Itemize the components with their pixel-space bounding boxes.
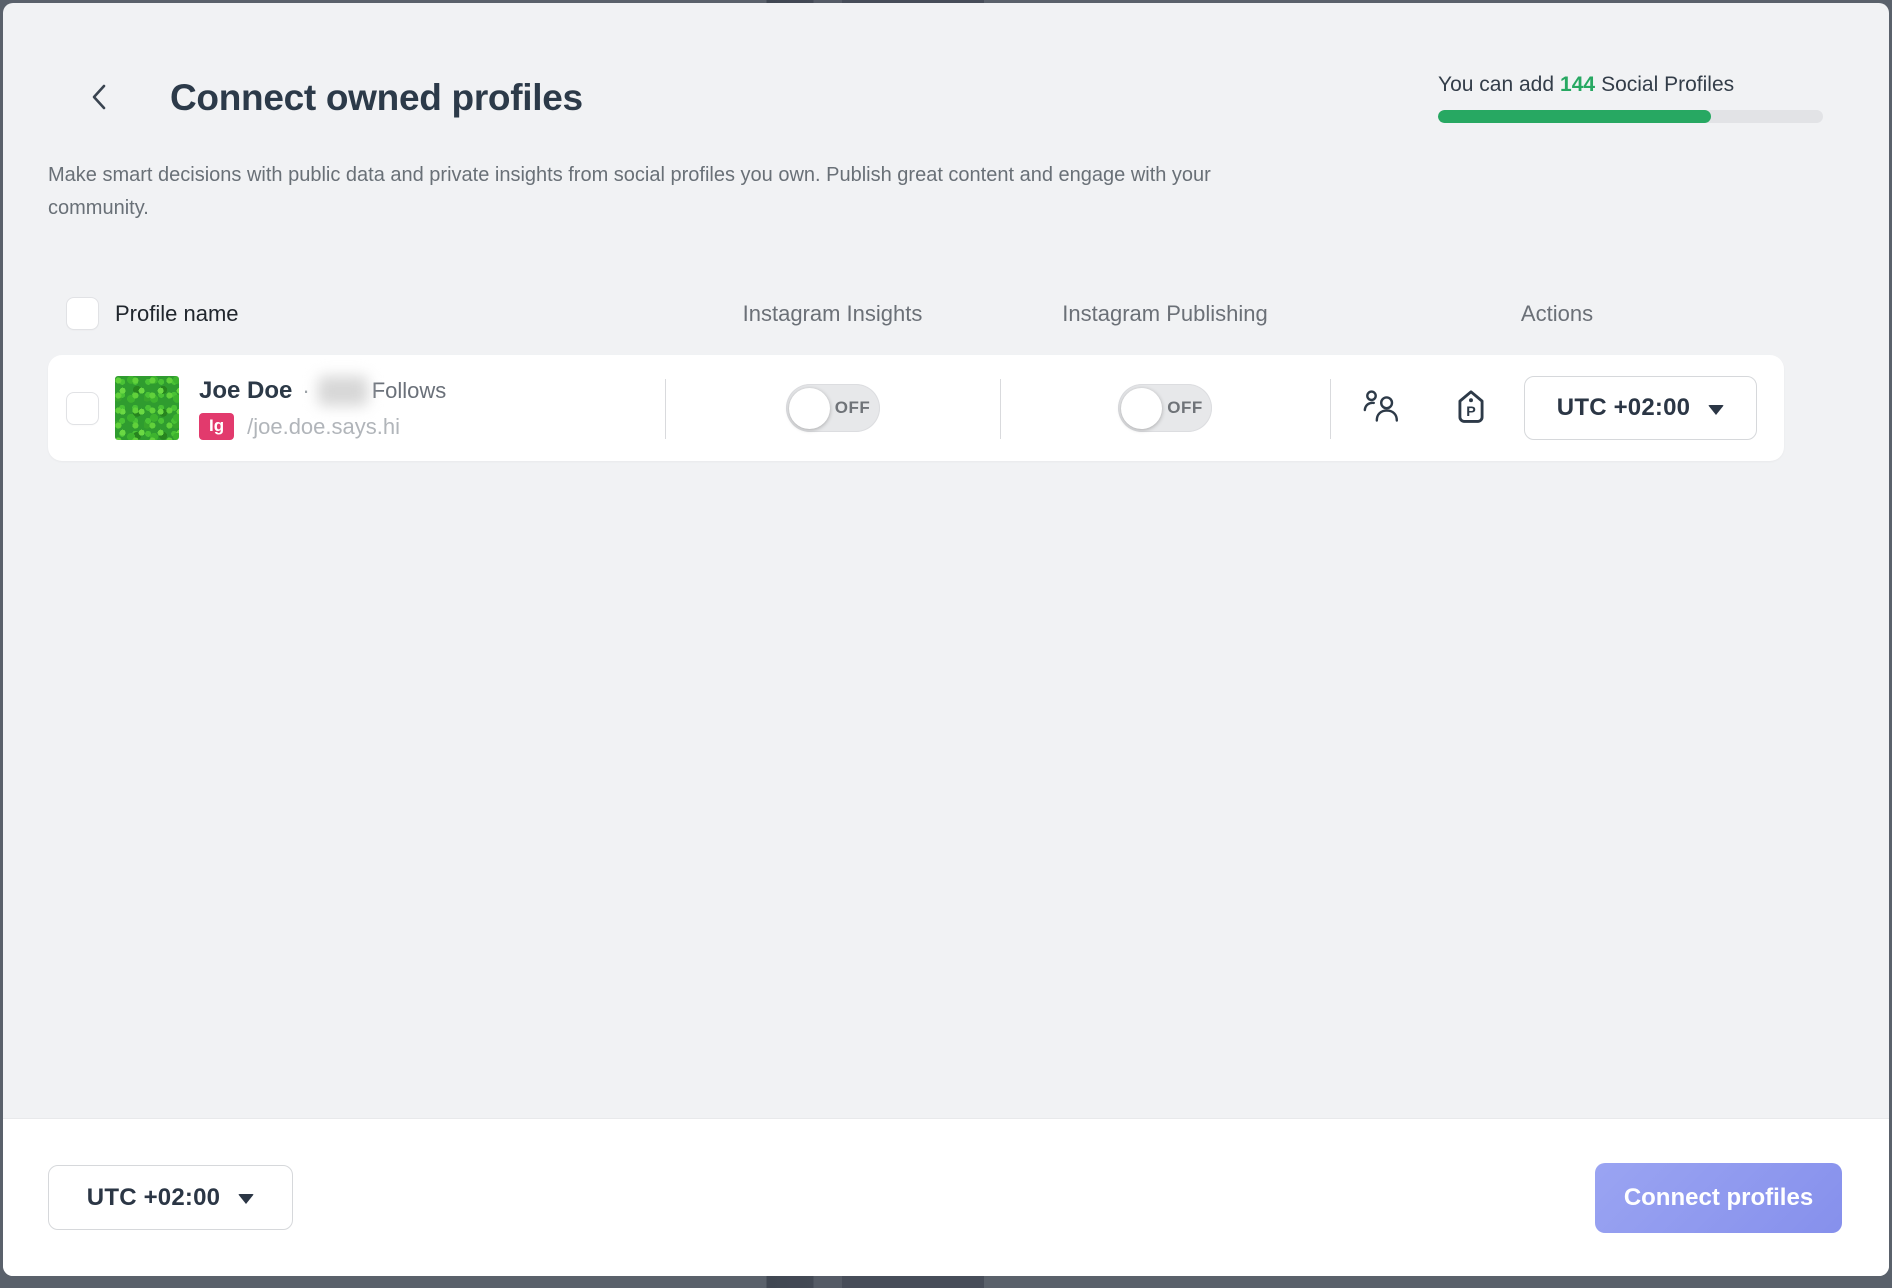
instagram-badge: Ig [199, 413, 234, 440]
page-header: Connect owned profiles You can add 144 Soc… [48, 73, 1844, 123]
column-instagram-insights: Instagram Insights [665, 301, 1000, 327]
profile-info: Joe Doe · Follows Ig /joe.doe.says.hi [199, 376, 446, 440]
row-divider [665, 379, 666, 439]
profile-limit: You can add 144 Social Profiles [1438, 73, 1823, 123]
limit-prefix: You can add [1438, 73, 1554, 96]
profile-name-line: Joe Doe · Follows [199, 376, 446, 406]
dot-separator: · [302, 378, 309, 404]
limit-count: 144 [1560, 73, 1595, 96]
insights-toggle-cell: OFF [665, 384, 1000, 432]
table-header-profile: Profile name [48, 297, 665, 330]
back-button[interactable] [86, 83, 112, 113]
profile-limit-progress-fill [1438, 110, 1711, 123]
chevron-down-icon [1708, 405, 1724, 415]
row-timezone-value: UTC +02:00 [1557, 394, 1690, 422]
chevron-left-icon [88, 82, 110, 115]
follows-label: Follows [372, 378, 447, 404]
connect-profiles-button[interactable]: Connect profiles [1595, 1163, 1842, 1233]
publishing-tag-icon: P [1452, 388, 1490, 429]
column-instagram-publishing: Instagram Publishing [1000, 301, 1330, 327]
redacted-follower-count [318, 376, 368, 406]
profiles-table: Profile name Instagram Insights Instagra… [48, 297, 1784, 461]
row-divider [1330, 379, 1331, 439]
toggle-knob [789, 388, 830, 429]
profile-limit-text: You can add 144 Social Profiles [1438, 73, 1823, 97]
footer-timezone-value: UTC +02:00 [87, 1184, 220, 1212]
column-profile-name: Profile name [115, 301, 239, 327]
limit-suffix: Social Profiles [1601, 73, 1734, 96]
profile-cell: Joe Doe · Follows Ig /joe.doe.says.hi [48, 376, 665, 440]
profile-avatar [115, 376, 179, 440]
select-all-checkbox[interactable] [66, 297, 99, 330]
chevron-down-icon [238, 1194, 254, 1204]
table-header-row: Profile name Instagram Insights Instagra… [48, 297, 1784, 330]
connect-profiles-modal: Connect owned profiles You can add 144 Soc… [3, 3, 1889, 1276]
page-title: Connect owned profiles [170, 77, 583, 119]
modal-footer: UTC +02:00 Connect profiles [3, 1118, 1889, 1276]
row-checkbox[interactable] [66, 392, 99, 425]
team-members-button[interactable] [1362, 389, 1400, 427]
toggle-knob [1121, 388, 1162, 429]
footer-timezone-dropdown[interactable]: UTC +02:00 [48, 1165, 293, 1230]
publishing-toggle-cell: OFF [1000, 384, 1330, 432]
modal-content: Connect owned profiles You can add 144 Soc… [3, 3, 1889, 1118]
profile-name: Joe Doe [199, 377, 292, 405]
profile-handle: /joe.doe.says.hi [247, 414, 400, 440]
toggle-state-label: OFF [1162, 398, 1212, 418]
row-timezone-dropdown[interactable]: UTC +02:00 [1524, 376, 1757, 440]
actions-cell: P UTC +02:00 [1330, 376, 1784, 440]
page-subtitle: Make smart decisions with public data an… [48, 159, 1263, 225]
toggle-state-label: OFF [830, 398, 880, 418]
instagram-publishing-toggle[interactable]: OFF [1118, 384, 1212, 432]
profile-handle-line: Ig /joe.doe.says.hi [199, 413, 446, 440]
publishing-tag-button[interactable]: P [1452, 388, 1490, 429]
instagram-insights-toggle[interactable]: OFF [786, 384, 880, 432]
column-actions: Actions [1330, 301, 1784, 327]
profile-row: Joe Doe · Follows Ig /joe.doe.says.hi [48, 355, 1784, 461]
row-divider [1000, 379, 1001, 439]
team-members-icon [1362, 389, 1400, 427]
svg-text:P: P [1466, 403, 1476, 419]
profile-limit-progress-track [1438, 110, 1823, 123]
